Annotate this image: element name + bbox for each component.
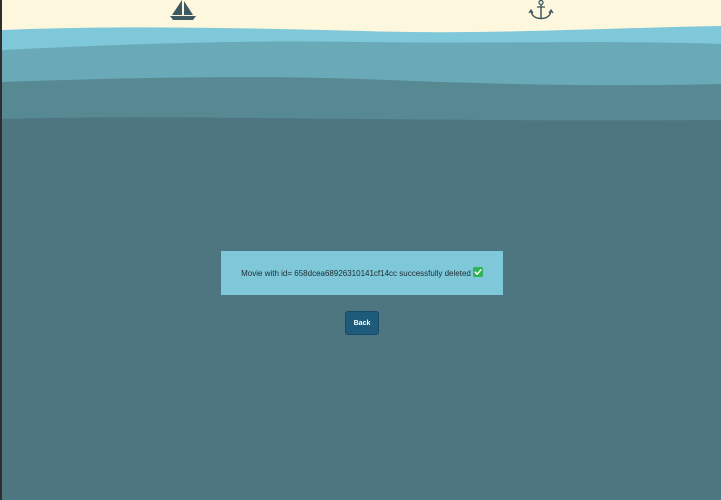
deletion-message-box: Movie with id= 658dcea68926310141cf14cc … [221, 251, 503, 295]
check-icon [472, 267, 483, 277]
deletion-message-text: Movie with id= 658dcea68926310141cf14cc … [241, 268, 471, 278]
sailboat-icon [170, 0, 196, 20]
ocean-waves [2, 26, 721, 130]
page: Movie with id= 658dcea68926310141cf14cc … [0, 0, 721, 500]
window-left-edge [0, 0, 2, 500]
anchor-icon [528, 0, 554, 20]
back-button[interactable]: Back [345, 311, 379, 335]
